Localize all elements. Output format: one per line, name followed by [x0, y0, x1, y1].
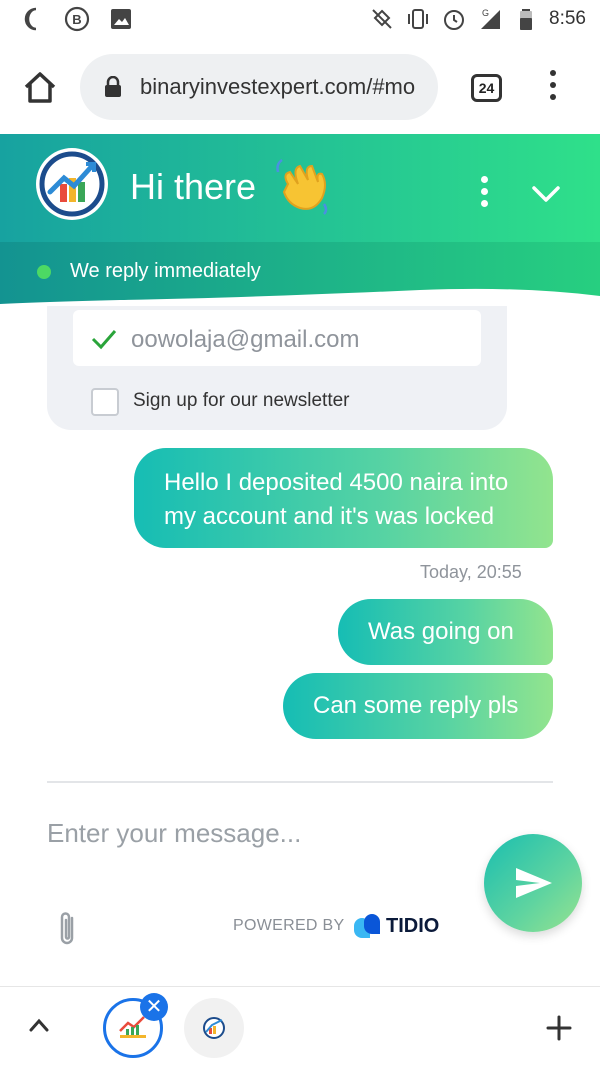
alarm-off-icon: [372, 9, 392, 29]
tidio-brand-text[interactable]: TIDIO: [386, 915, 439, 938]
battery-icon: [520, 9, 533, 30]
online-status-dot: [37, 265, 51, 279]
moon-icon: [24, 7, 37, 31]
message-bubble: Was going on: [338, 599, 553, 665]
tidio-logo-icon[interactable]: [352, 914, 382, 940]
chart-logo-icon: [39, 151, 105, 217]
b-circle-icon: B: [64, 6, 90, 32]
svg-text:B: B: [72, 12, 81, 27]
chevron-up-icon[interactable]: [28, 1017, 50, 1033]
browser-menu-icon[interactable]: [546, 70, 560, 106]
send-button[interactable]: [484, 834, 582, 932]
browser-toolbar: binaryinvestexpert.com/#mo 24: [0, 40, 600, 134]
send-icon: [516, 868, 552, 898]
home-icon[interactable]: [20, 68, 60, 108]
greeting-title: Hi there: [130, 166, 257, 207]
email-field[interactable]: oowolaja@gmail.com: [73, 310, 481, 366]
tab-switcher-button[interactable]: 24: [471, 74, 502, 102]
contact-info-card: oowolaja@gmail.com Sign up for our newsl…: [47, 306, 507, 430]
chat-header: Hi there We reply immediately: [0, 134, 600, 306]
composer-divider: [47, 781, 553, 783]
powered-by-label: POWERED BY: [233, 917, 345, 934]
newsletter-checkbox[interactable]: [91, 388, 119, 416]
clock: 8:56: [549, 8, 586, 29]
chevron-down-icon[interactable]: [530, 182, 562, 206]
url-text: binaryinvestexpert.com/#mo: [140, 74, 416, 99]
paperclip-icon[interactable]: [56, 910, 80, 948]
reply-status-text: We reply immediately: [70, 260, 261, 282]
email-value: oowolaja@gmail.com: [131, 326, 360, 353]
close-tab-icon[interactable]: ✕: [140, 993, 168, 1021]
message-timestamp: Today, 20:55: [420, 562, 522, 582]
address-bar[interactable]: binaryinvestexpert.com/#mo: [80, 54, 438, 120]
tab-thumbnail[interactable]: [184, 998, 244, 1058]
company-logo: [36, 148, 108, 220]
svg-text:G: G: [482, 8, 489, 18]
message-bubble: Hello I deposited 4500 naira into my acc…: [134, 448, 553, 548]
chat-options-icon[interactable]: [478, 176, 490, 212]
image-icon: [111, 9, 131, 29]
chart-logo-icon: [203, 1017, 225, 1039]
browser-tab-strip: ✕: [0, 986, 600, 1067]
vibrate-icon: [408, 9, 429, 29]
waving-hand-icon: [276, 158, 328, 215]
message-input[interactable]: [47, 818, 467, 849]
newsletter-label[interactable]: Sign up for our newsletter: [133, 390, 350, 412]
lock-icon: [105, 76, 121, 97]
new-tab-plus-icon[interactable]: [546, 1015, 572, 1041]
alarm-icon: [444, 10, 465, 30]
message-bubble: Can some reply pls: [283, 673, 553, 739]
signal-icon: G: [481, 8, 501, 29]
checkmark-icon: [91, 330, 117, 350]
status-bar: B G 8:56: [0, 0, 600, 40]
